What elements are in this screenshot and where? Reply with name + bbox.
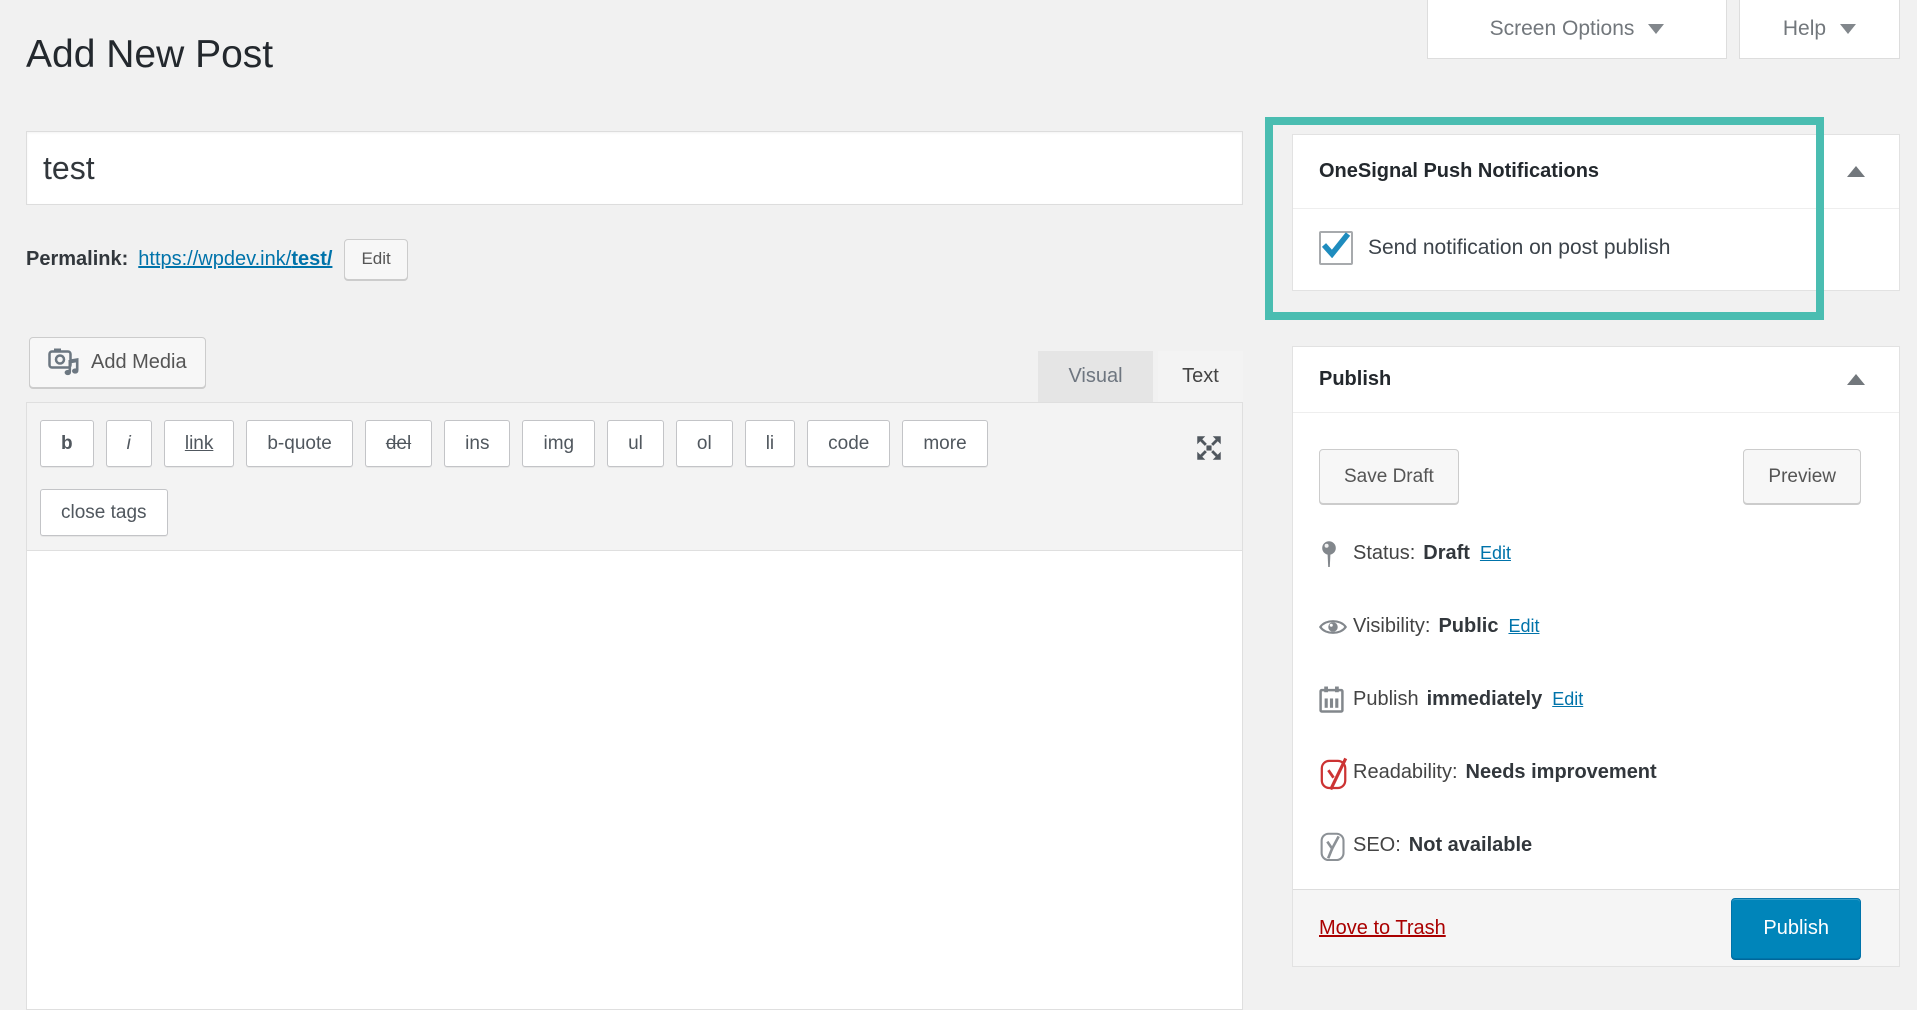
edit-schedule-link[interactable]: Edit xyxy=(1552,689,1583,710)
yoast-gray-icon xyxy=(1319,829,1353,863)
readability-row: Readability: Needs improvement xyxy=(1319,736,1879,809)
onesignal-panel: OneSignal Push Notifications Send notifi… xyxy=(1292,134,1900,291)
yoast-red-icon xyxy=(1319,755,1353,791)
quicktag-code-button[interactable]: code xyxy=(807,420,890,467)
onesignal-checkbox[interactable] xyxy=(1319,231,1353,265)
onesignal-toggle-button[interactable] xyxy=(1841,160,1871,183)
checkmark-icon xyxy=(1321,232,1351,258)
caret-down-icon xyxy=(1648,24,1664,34)
screen-options-label: Screen Options xyxy=(1490,17,1635,41)
add-media-button[interactable]: Add Media xyxy=(29,337,206,388)
status-row: Status: Draft Edit xyxy=(1319,517,1879,590)
quicktags-toolbar: b i link b-quote del ins img ul ol li co… xyxy=(40,420,988,467)
post-content-area[interactable] xyxy=(27,550,1242,1009)
seo-row: SEO: Not available xyxy=(1319,809,1879,882)
schedule-row: Publish immediately Edit xyxy=(1319,663,1879,736)
pin-icon xyxy=(1319,540,1353,568)
add-media-label: Add Media xyxy=(91,351,187,374)
wordpress-add-new-post-page: Screen Options Help Add New Post Permali… xyxy=(0,0,1917,1010)
quicktag-more-button[interactable]: more xyxy=(902,420,987,467)
fullscreen-expand-icon xyxy=(1193,452,1225,467)
quicktag-li-button[interactable]: li xyxy=(745,420,795,467)
caret-down-icon xyxy=(1840,24,1856,34)
onesignal-panel-title: OneSignal Push Notifications xyxy=(1319,160,1599,183)
edit-status-link[interactable]: Edit xyxy=(1480,543,1511,564)
post-title-input[interactable] xyxy=(26,131,1243,205)
quicktag-bquote-button[interactable]: b-quote xyxy=(246,420,352,467)
edit-visibility-link[interactable]: Edit xyxy=(1508,616,1539,637)
quicktag-img-button[interactable]: img xyxy=(522,420,595,467)
move-to-trash-link[interactable]: Move to Trash xyxy=(1319,917,1446,940)
quicktag-italic-button[interactable]: i xyxy=(106,420,152,467)
tab-visual[interactable]: Visual xyxy=(1038,351,1153,402)
permalink-edit-button[interactable]: Edit xyxy=(344,239,407,280)
publish-toggle-button[interactable] xyxy=(1841,368,1871,391)
save-draft-button[interactable]: Save Draft xyxy=(1319,449,1459,504)
quicktag-link-button[interactable]: link xyxy=(164,420,235,467)
quicktag-bold-button[interactable]: b xyxy=(40,420,94,467)
quicktag-ins-button[interactable]: ins xyxy=(444,420,510,467)
permalink: Permalink: https://wpdev.ink/test/ Edit xyxy=(26,237,408,281)
publish-panel-footer: Move to Trash Publish xyxy=(1293,889,1899,966)
publish-button[interactable]: Publish xyxy=(1731,898,1861,959)
tab-text[interactable]: Text xyxy=(1158,351,1243,402)
permalink-url-base: https://wpdev.ink/ xyxy=(138,248,291,270)
quicktag-del-button[interactable]: del xyxy=(365,420,432,467)
eye-icon xyxy=(1319,617,1353,637)
help-button[interactable]: Help xyxy=(1739,0,1900,59)
onesignal-checkbox-label: Send notification on post publish xyxy=(1368,236,1670,260)
quicktag-ul-button[interactable]: ul xyxy=(607,420,664,467)
quicktag-ol-button[interactable]: ol xyxy=(676,420,733,467)
publish-panel: Publish Save Draft Preview Status: Draft xyxy=(1292,346,1900,967)
calendar-icon xyxy=(1319,686,1353,713)
text-editor: b i link b-quote del ins img ul ol li co… xyxy=(26,402,1243,1010)
media-icon xyxy=(48,348,81,377)
publish-panel-title: Publish xyxy=(1319,368,1391,391)
page-title: Add New Post xyxy=(26,33,273,77)
permalink-url-slug: test/ xyxy=(291,248,332,270)
fullscreen-button[interactable] xyxy=(1192,432,1226,466)
permalink-label: Permalink: xyxy=(26,248,128,271)
caret-up-icon xyxy=(1847,166,1865,177)
visibility-row: Visibility: Public Edit xyxy=(1319,590,1879,663)
preview-button[interactable]: Preview xyxy=(1743,449,1861,504)
help-label: Help xyxy=(1783,17,1826,41)
quicktag-close-tags-button[interactable]: close tags xyxy=(40,489,168,536)
screen-options-button[interactable]: Screen Options xyxy=(1427,0,1727,59)
caret-up-icon xyxy=(1847,374,1865,385)
permalink-link[interactable]: https://wpdev.ink/test/ xyxy=(138,248,332,271)
